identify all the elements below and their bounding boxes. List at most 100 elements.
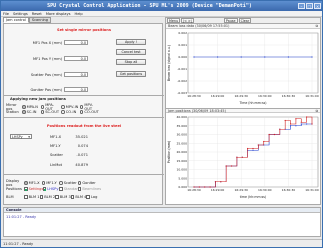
mf1-pos-x-input[interactable]: 0.0 <box>64 40 88 45</box>
radio-mirror-2[interactable] <box>61 105 65 109</box>
expand-icon[interactable]: ⧉ <box>316 109 318 114</box>
checkbox-standard[interactable] <box>59 187 63 191</box>
scatter-pos-input[interactable]: 0.0 <box>64 72 88 77</box>
checkbox-lhspy[interactable] <box>42 187 47 191</box>
menu-settings[interactable]: Settings <box>13 12 28 16</box>
station-opt-label: CO-IN <box>65 110 77 114</box>
close-icon[interactable]: × <box>314 3 321 9</box>
data-point <box>295 118 297 120</box>
readout-select-value: LHSPy <box>12 135 23 139</box>
y-tick-label: 25.000 <box>177 141 188 145</box>
radio-display-2[interactable] <box>59 181 63 185</box>
nav-button[interactable]: |< >| <box>181 18 194 23</box>
display-pos-label: Display pos <box>6 179 20 187</box>
get-positions-button[interactable]: Get positions <box>116 71 146 77</box>
data-point <box>209 186 211 188</box>
data-point <box>268 133 270 136</box>
y-tick-label: -0.003 <box>177 91 187 95</box>
pos-opt-label: LHSPy <box>47 187 59 191</box>
y-tick-label: 0.001 <box>178 43 187 47</box>
data-point <box>257 144 259 146</box>
set-positions-title: Set single mirror positions <box>57 28 111 32</box>
goniter-pos-input[interactable]: 0.0 <box>64 87 88 92</box>
menu-reset[interactable]: Reset <box>32 12 42 16</box>
apply-button[interactable]: Apply ! <box>116 39 146 45</box>
positions-label: Positions <box>6 187 22 191</box>
checkbox-settings[interactable] <box>24 187 28 191</box>
data-point <box>230 165 233 167</box>
menu-file[interactable]: File <box>3 12 9 16</box>
console-line: 11:01:27 - Ready <box>6 215 37 219</box>
y-tick-label: -0.001 <box>177 67 187 71</box>
minimize-icon[interactable]: – <box>298 3 305 9</box>
menu-help[interactable]: Help <box>75 12 83 16</box>
station-opt-label: SC-IN <box>26 110 37 114</box>
radio-display-0[interactable] <box>24 181 28 185</box>
blm-opt-label: BLM 2 <box>44 195 56 199</box>
x-tick-label: 16:28:30 <box>187 188 201 192</box>
radio-station-0[interactable] <box>22 110 26 114</box>
mirror-opt-label: MPV-IN <box>65 105 79 109</box>
x-tick-label: 16:29:30 <box>234 94 248 98</box>
radio-display-1[interactable] <box>41 181 46 185</box>
readout-value: 0.074 <box>77 144 88 148</box>
beam-loss-chart: 0.002 0.001 0.000 -0.001 -0.002 -0.00316:28:3… <box>167 31 319 105</box>
readout-label: MF1-Y <box>50 144 61 148</box>
radio-mirror-0[interactable] <box>22 105 26 109</box>
data-point <box>306 116 308 118</box>
x-axis-label: Time (hh:mm:ss) <box>238 101 266 105</box>
y-tick-label: 35.000 <box>177 124 188 128</box>
field-label: MF1 Pos Y (mm) <box>33 56 62 61</box>
plot2-title: Jam positions (30/06/09 18:03:45) <box>168 109 226 113</box>
radio-station-3[interactable] <box>79 110 84 114</box>
field-label: Goniter Pos (mm) <box>30 87 62 92</box>
checkbox-blm2[interactable] <box>39 195 44 199</box>
data-point <box>252 149 254 151</box>
data-point <box>263 140 265 143</box>
expand-icon[interactable]: ⧉ <box>316 24 318 29</box>
readout-select[interactable]: LHSPy ▾ <box>10 134 32 139</box>
field-label: MF1 Pos X (mm) <box>32 40 62 45</box>
y-tick-label: 0.002 <box>178 31 187 35</box>
readout-value: -0.071 <box>76 153 88 157</box>
checkbox-log[interactable] <box>86 195 90 199</box>
data-point <box>279 128 281 130</box>
radio-mirror-3[interactable] <box>79 105 84 109</box>
pause-button[interactable]: Pause <box>223 18 238 23</box>
data-point <box>284 119 286 122</box>
checkbox-blm3[interactable] <box>55 195 59 199</box>
readout-title: Positions readout from the live steel <box>46 124 122 128</box>
field-label: Scatter Pos (mm) <box>30 72 62 77</box>
y-axis-label: Position (mm) <box>167 141 171 163</box>
y-axis-label: Beam loss (signal a.u.) <box>167 45 171 81</box>
data-point <box>300 123 302 125</box>
app-window: SPU Crystal Control Application - SPU ML… <box>0 0 323 248</box>
radio-station-2[interactable] <box>61 110 65 114</box>
checkbox-blm4[interactable] <box>70 195 75 199</box>
data-point <box>289 125 292 127</box>
pos-opt-label: Settings <box>28 187 44 191</box>
radio-station-1[interactable] <box>40 110 45 114</box>
clear-button[interactable]: Clear <box>238 18 252 23</box>
maximize-icon[interactable]: □ <box>306 3 313 9</box>
checkbox-blm1[interactable] <box>24 195 28 199</box>
x-axis-label: time (hh:mm:ss) <box>240 195 266 199</box>
cancel-test-button[interactable]: Cancel test <box>116 49 146 55</box>
y-tick-label: 0.000 <box>178 55 187 59</box>
data-point <box>214 181 217 183</box>
y-tick-label: 0.000 <box>178 185 187 189</box>
radio-mirror-1[interactable] <box>40 105 45 109</box>
mf1-pos-y-input[interactable]: 0.0 <box>64 56 88 61</box>
mirror-opt-label: MPA-N <box>26 105 38 109</box>
plot1-header: Beam loss data (30/06/09 17:55:01) ⧉ <box>166 24 320 29</box>
checkbox-beamlines[interactable] <box>77 187 82 191</box>
data-point <box>311 123 313 125</box>
y-tick-label: 40.000 <box>177 115 188 119</box>
y-tick-label: 5.000 <box>178 176 187 180</box>
radio-display-3[interactable] <box>77 181 82 185</box>
chevron-down-icon: ▾ <box>28 135 30 139</box>
stop-all-button[interactable]: Stop all <box>116 59 146 65</box>
menu-button[interactable]: Menu <box>167 18 181 23</box>
blm-opt-label: Log <box>90 195 98 199</box>
menu-more-displays[interactable]: More displays <box>46 12 71 16</box>
